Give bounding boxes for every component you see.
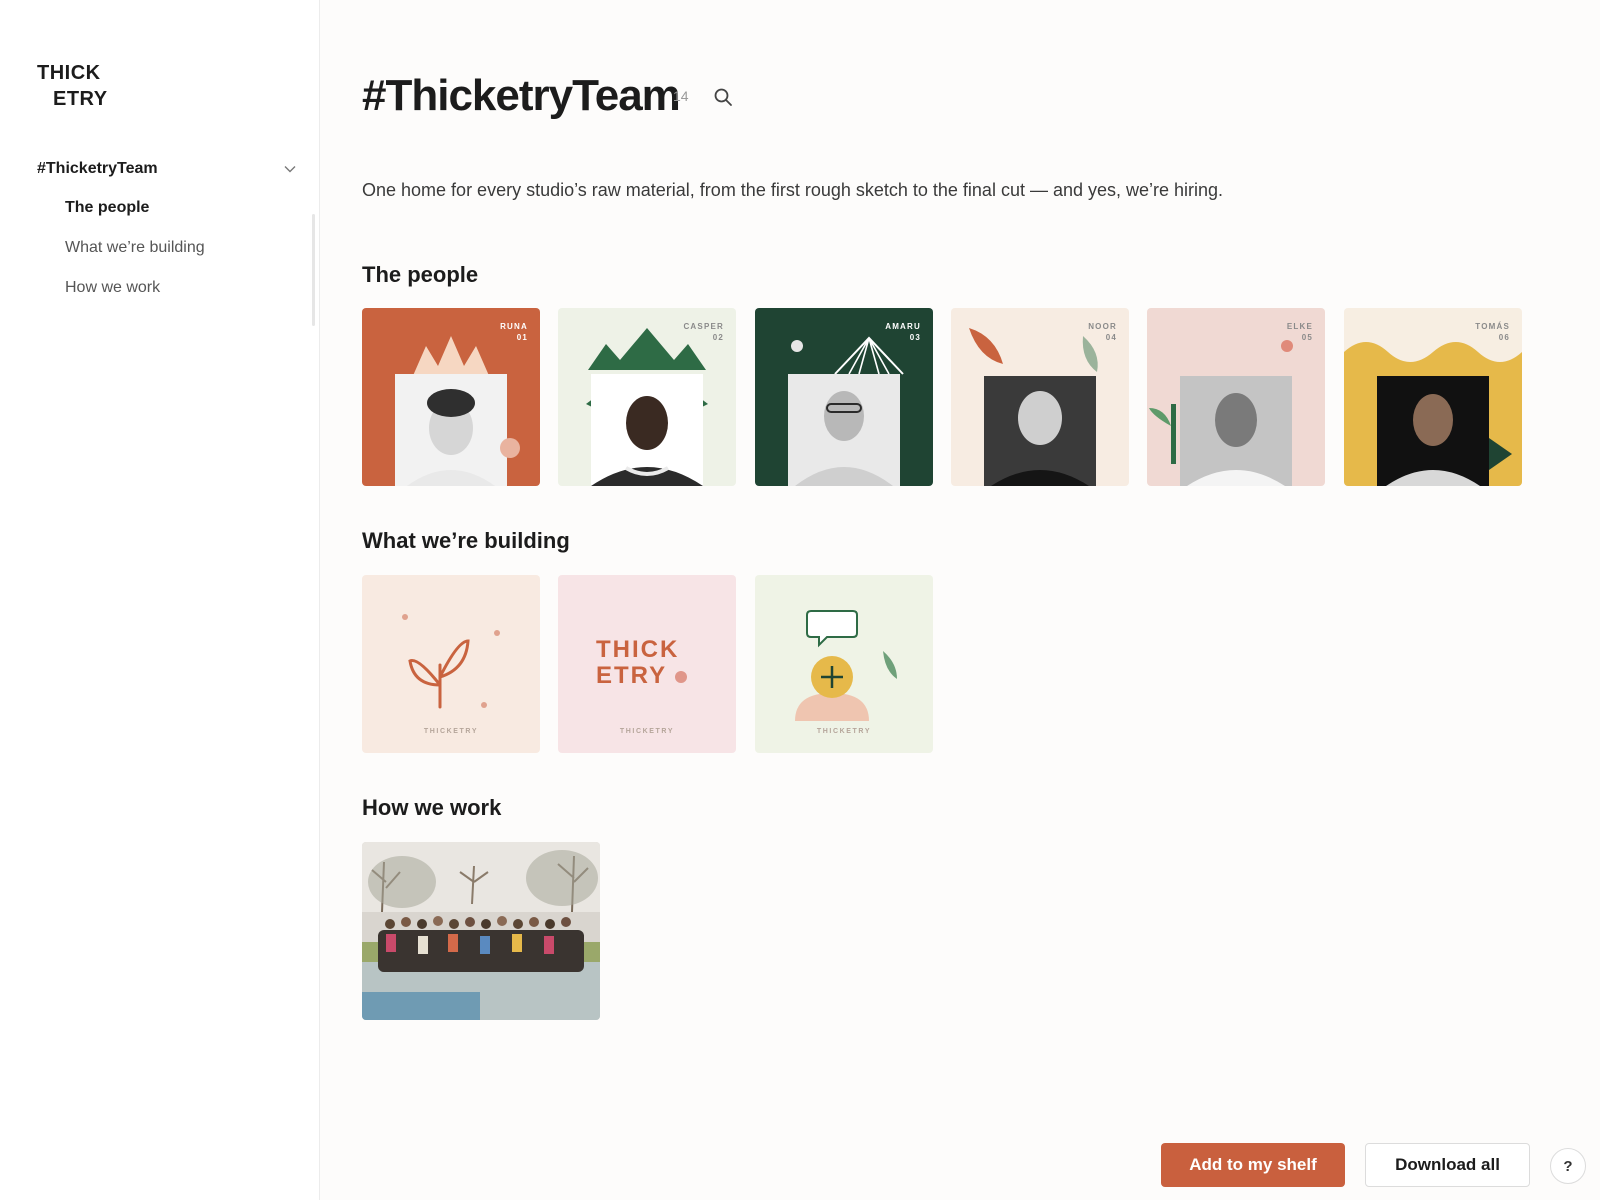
nav-group-label: #ThicketryTeam [37, 160, 158, 177]
brand-card-chat[interactable]: THICKETRY [755, 575, 933, 753]
help-button[interactable]: ? [1550, 1148, 1586, 1184]
watermark-text: THICKETRY [423, 728, 479, 735]
person-card-elke[interactable]: ELKE 05 [1147, 308, 1325, 486]
person-name-label: CASPER 02 [683, 322, 724, 342]
logo-dot-icon [675, 671, 687, 683]
search-icon [714, 88, 732, 106]
search-button[interactable] [712, 86, 734, 108]
person-card-runa[interactable]: RUNA 01 [362, 308, 540, 486]
sidebar-scrollbar[interactable] [312, 214, 315, 326]
brand-card-sprout[interactable]: THICKETRY [362, 575, 540, 753]
sidebar: THICK ETRY #ThicketryTeam The people Wha… [0, 0, 320, 1200]
intro-text: One home for every studio’s raw material… [362, 180, 1224, 200]
person-name-label: ELKE 05 [1286, 322, 1313, 342]
watermark-text: THICKETRY [816, 728, 872, 735]
person-name-label: NOOR 04 [1088, 322, 1117, 342]
sidebar-item-what-were-building[interactable]: What we’re building [65, 239, 205, 257]
person-card-amaru[interactable]: AMARU 03 [755, 308, 933, 486]
team-photo-image [362, 842, 600, 1020]
section-title-building: What we’re building [362, 528, 570, 553]
sidebar-item-how-we-work[interactable]: How we work [65, 279, 160, 297]
brand-logo-line1: THICK [37, 62, 101, 84]
person-card-casper[interactable]: CASPER 02 [558, 308, 736, 486]
add-to-shelf-button[interactable]: Add to my shelf [1161, 1143, 1345, 1187]
brand-card-logo[interactable]: THICK ETRY THICKETRY [558, 575, 736, 753]
brand-logo[interactable]: THICK ETRY [37, 60, 108, 112]
person-name-label: TOMÁS 06 [1475, 322, 1510, 342]
chat-plus-icon [795, 610, 897, 721]
page-title: #ThicketryTeam [362, 71, 681, 120]
watermark-text: THICKETRY [619, 728, 675, 735]
download-all-button[interactable]: Download all [1365, 1143, 1530, 1187]
team-photo[interactable] [362, 842, 600, 1020]
person-name-label: AMARU 03 [885, 322, 921, 342]
person-card-noor[interactable]: NOOR 04 [951, 308, 1129, 486]
brand-logo-line2: ETRY [53, 88, 108, 110]
person-card-tomas[interactable]: TOMÁS 06 [1344, 308, 1522, 486]
sidebar-item-the-people[interactable]: The people [65, 199, 149, 217]
nav-group-toggle[interactable]: #ThicketryTeam [37, 156, 297, 182]
sprout-icon [402, 614, 500, 709]
section-title-work: How we work [362, 795, 502, 820]
asset-count: 14 [673, 88, 689, 104]
person-name-label: RUNA 01 [500, 322, 528, 342]
section-title-people: The people [362, 262, 479, 287]
chevron-down-icon [283, 162, 297, 176]
